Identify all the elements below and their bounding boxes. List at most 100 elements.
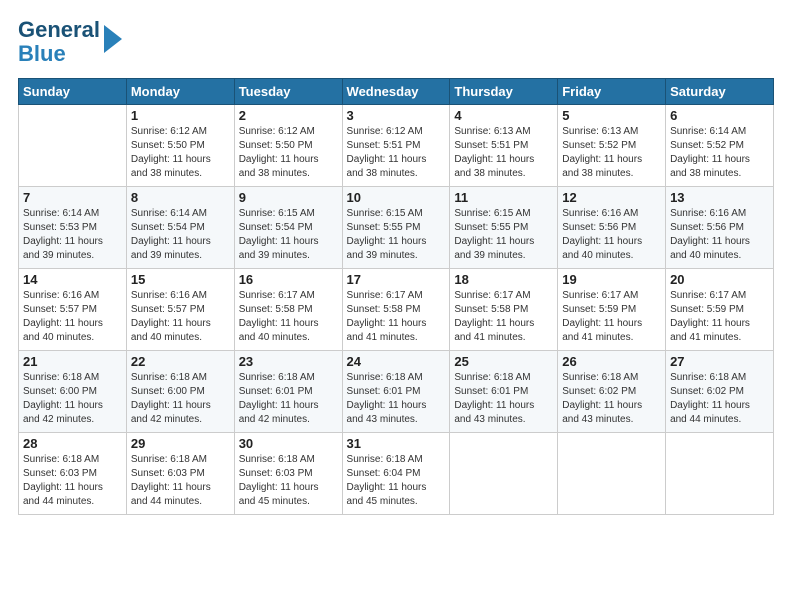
- weekday-header-wednesday: Wednesday: [342, 79, 450, 105]
- calendar-cell: [558, 433, 666, 515]
- calendar-cell: 25 Sunrise: 6:18 AM Sunset: 6:01 PM Dayli…: [450, 351, 558, 433]
- day-number: 4: [454, 108, 553, 123]
- day-info: Sunrise: 6:12 AM Sunset: 5:51 PM Dayligh…: [347, 125, 446, 181]
- day-info: Sunrise: 6:16 AM Sunset: 5:57 PM Dayligh…: [23, 289, 122, 345]
- day-info: Sunrise: 6:14 AM Sunset: 5:54 PM Dayligh…: [131, 207, 230, 263]
- day-info: Sunrise: 6:12 AM Sunset: 5:50 PM Dayligh…: [239, 125, 338, 181]
- day-number: 30: [239, 436, 338, 451]
- calendar-cell: 23 Sunrise: 6:18 AM Sunset: 6:01 PM Dayli…: [234, 351, 342, 433]
- day-info: Sunrise: 6:18 AM Sunset: 6:02 PM Dayligh…: [670, 371, 769, 427]
- calendar-cell: 15 Sunrise: 6:16 AM Sunset: 5:57 PM Dayli…: [126, 269, 234, 351]
- day-number: 20: [670, 272, 769, 287]
- day-number: 27: [670, 354, 769, 369]
- day-info: Sunrise: 6:17 AM Sunset: 5:58 PM Dayligh…: [239, 289, 338, 345]
- calendar-cell: 22Sunrise: 6:18 AM Sunset: 6:00 PM Dayli…: [126, 351, 234, 433]
- day-info: Sunrise: 6:18 AM Sunset: 6:01 PM Dayligh…: [347, 371, 446, 427]
- weekday-header-tuesday: Tuesday: [234, 79, 342, 105]
- calendar-cell: 18Sunrise: 6:17 AM Sunset: 5:58 PM Dayli…: [450, 269, 558, 351]
- calendar-cell: 4 Sunrise: 6:13 AM Sunset: 5:51 PM Daylig…: [450, 105, 558, 187]
- day-info: Sunrise: 6:18 AM Sunset: 6:00 PM Dayligh…: [131, 371, 230, 427]
- day-info: Sunrise: 6:13 AM Sunset: 5:51 PM Dayligh…: [454, 125, 553, 181]
- day-info: Sunrise: 6:17 AM Sunset: 5:58 PM Dayligh…: [347, 289, 446, 345]
- calendar-cell: 5Sunrise: 6:13 AM Sunset: 5:52 PM Daylig…: [558, 105, 666, 187]
- calendar-cell: 20 Sunrise: 6:17 AM Sunset: 5:59 PM Dayli…: [666, 269, 774, 351]
- weekday-header-friday: Friday: [558, 79, 666, 105]
- calendar-cell: 3 Sunrise: 6:12 AM Sunset: 5:51 PM Daylig…: [342, 105, 450, 187]
- calendar-cell: 7 Sunrise: 6:14 AM Sunset: 5:53 PM Daylig…: [19, 187, 127, 269]
- calendar-table: SundayMondayTuesdayWednesdayThursdayFrid…: [18, 78, 774, 515]
- day-info: Sunrise: 6:16 AM Sunset: 5:56 PM Dayligh…: [562, 207, 661, 263]
- calendar-cell: 31 Sunrise: 6:18 AM Sunset: 6:04 PM Dayli…: [342, 433, 450, 515]
- day-info: Sunrise: 6:16 AM Sunset: 5:57 PM Dayligh…: [131, 289, 230, 345]
- day-info: Sunrise: 6:18 AM Sunset: 6:01 PM Dayligh…: [454, 371, 553, 427]
- day-info: Sunrise: 6:17 AM Sunset: 5:59 PM Dayligh…: [562, 289, 661, 345]
- calendar-cell: 17Sunrise: 6:17 AM Sunset: 5:58 PM Dayli…: [342, 269, 450, 351]
- day-info: Sunrise: 6:18 AM Sunset: 6:03 PM Dayligh…: [239, 453, 338, 509]
- day-number: 5: [562, 108, 661, 123]
- day-number: 24: [347, 354, 446, 369]
- day-info: Sunrise: 6:18 AM Sunset: 6:02 PM Dayligh…: [562, 371, 661, 427]
- calendar-cell: [666, 433, 774, 515]
- day-number: 23: [239, 354, 338, 369]
- calendar-cell: 19Sunrise: 6:17 AM Sunset: 5:59 PM Dayli…: [558, 269, 666, 351]
- week-row-5: 28 Sunrise: 6:18 AM Sunset: 6:03 PM Dayli…: [19, 433, 774, 515]
- calendar-cell: 21Sunrise: 6:18 AM Sunset: 6:00 PM Dayli…: [19, 351, 127, 433]
- day-number: 3: [347, 108, 446, 123]
- day-number: 31: [347, 436, 446, 451]
- day-number: 15: [131, 272, 230, 287]
- calendar-cell: 10 Sunrise: 6:15 AM Sunset: 5:55 PM Dayli…: [342, 187, 450, 269]
- week-row-4: 21 Sunrise: 6:18 AM Sunset: 6:00 PM Dayli…: [19, 351, 774, 433]
- day-number: 13: [670, 190, 769, 205]
- calendar-cell: 30 Sunrise: 6:18 AM Sunset: 6:03 PM Dayli…: [234, 433, 342, 515]
- day-number: 2: [239, 108, 338, 123]
- day-number: 25: [454, 354, 553, 369]
- day-number: 8: [131, 190, 230, 205]
- logo-text: GeneralBlue: [18, 18, 100, 66]
- calendar-cell: 28 Sunrise: 6:18 AM Sunset: 6:03 PM Dayli…: [19, 433, 127, 515]
- day-number: 29: [131, 436, 230, 451]
- day-info: Sunrise: 6:18 AM Sunset: 6:04 PM Dayligh…: [347, 453, 446, 509]
- logo: GeneralBlue: [18, 18, 122, 66]
- day-number: 21: [23, 354, 122, 369]
- day-number: 14: [23, 272, 122, 287]
- calendar-cell: 14 Sunrise: 6:16 AM Sunset: 5:57 PM Dayli…: [19, 269, 127, 351]
- day-info: Sunrise: 6:15 AM Sunset: 5:55 PM Dayligh…: [347, 207, 446, 263]
- day-number: 7: [23, 190, 122, 205]
- calendar-cell: 8 Sunrise: 6:14 AM Sunset: 5:54 PM Daylig…: [126, 187, 234, 269]
- day-number: 9: [239, 190, 338, 205]
- calendar-cell: 1Sunrise: 6:12 AM Sunset: 5:50 PM Daylig…: [126, 105, 234, 187]
- week-row-3: 14 Sunrise: 6:16 AM Sunset: 5:57 PM Dayli…: [19, 269, 774, 351]
- day-info: Sunrise: 6:16 AM Sunset: 5:56 PM Dayligh…: [670, 207, 769, 263]
- day-info: Sunrise: 6:18 AM Sunset: 6:03 PM Dayligh…: [131, 453, 230, 509]
- logo-arrow-icon: [104, 25, 122, 53]
- calendar-cell: 11 Sunrise: 6:15 AM Sunset: 5:55 PM Dayli…: [450, 187, 558, 269]
- day-info: Sunrise: 6:17 AM Sunset: 5:59 PM Dayligh…: [670, 289, 769, 345]
- day-info: Sunrise: 6:12 AM Sunset: 5:50 PM Dayligh…: [131, 125, 230, 181]
- calendar-cell: 27 Sunrise: 6:18 AM Sunset: 6:02 PM Dayli…: [666, 351, 774, 433]
- calendar-cell: 24 Sunrise: 6:18 AM Sunset: 6:01 PM Dayli…: [342, 351, 450, 433]
- day-number: 11: [454, 190, 553, 205]
- calendar-cell: 6 Sunrise: 6:14 AM Sunset: 5:52 PM Daylig…: [666, 105, 774, 187]
- day-number: 10: [347, 190, 446, 205]
- calendar-cell: 2 Sunrise: 6:12 AM Sunset: 5:50 PM Daylig…: [234, 105, 342, 187]
- day-info: Sunrise: 6:18 AM Sunset: 6:01 PM Dayligh…: [239, 371, 338, 427]
- week-row-2: 7 Sunrise: 6:14 AM Sunset: 5:53 PM Daylig…: [19, 187, 774, 269]
- day-info: Sunrise: 6:18 AM Sunset: 6:03 PM Dayligh…: [23, 453, 122, 509]
- calendar-cell: 26Sunrise: 6:18 AM Sunset: 6:02 PM Dayli…: [558, 351, 666, 433]
- weekday-header-row: SundayMondayTuesdayWednesdayThursdayFrid…: [19, 79, 774, 105]
- header: GeneralBlue: [18, 18, 774, 66]
- weekday-header-sunday: Sunday: [19, 79, 127, 105]
- day-number: 12: [562, 190, 661, 205]
- day-info: Sunrise: 6:14 AM Sunset: 5:53 PM Dayligh…: [23, 207, 122, 263]
- day-info: Sunrise: 6:15 AM Sunset: 5:55 PM Dayligh…: [454, 207, 553, 263]
- day-number: 28: [23, 436, 122, 451]
- day-number: 16: [239, 272, 338, 287]
- day-number: 6: [670, 108, 769, 123]
- calendar-cell: 16 Sunrise: 6:17 AM Sunset: 5:58 PM Dayli…: [234, 269, 342, 351]
- calendar-cell: [19, 105, 127, 187]
- day-info: Sunrise: 6:14 AM Sunset: 5:52 PM Dayligh…: [670, 125, 769, 181]
- weekday-header-monday: Monday: [126, 79, 234, 105]
- calendar-cell: 9Sunrise: 6:15 AM Sunset: 5:54 PM Daylig…: [234, 187, 342, 269]
- calendar-cell: [450, 433, 558, 515]
- calendar-cell: 29 Sunrise: 6:18 AM Sunset: 6:03 PM Dayli…: [126, 433, 234, 515]
